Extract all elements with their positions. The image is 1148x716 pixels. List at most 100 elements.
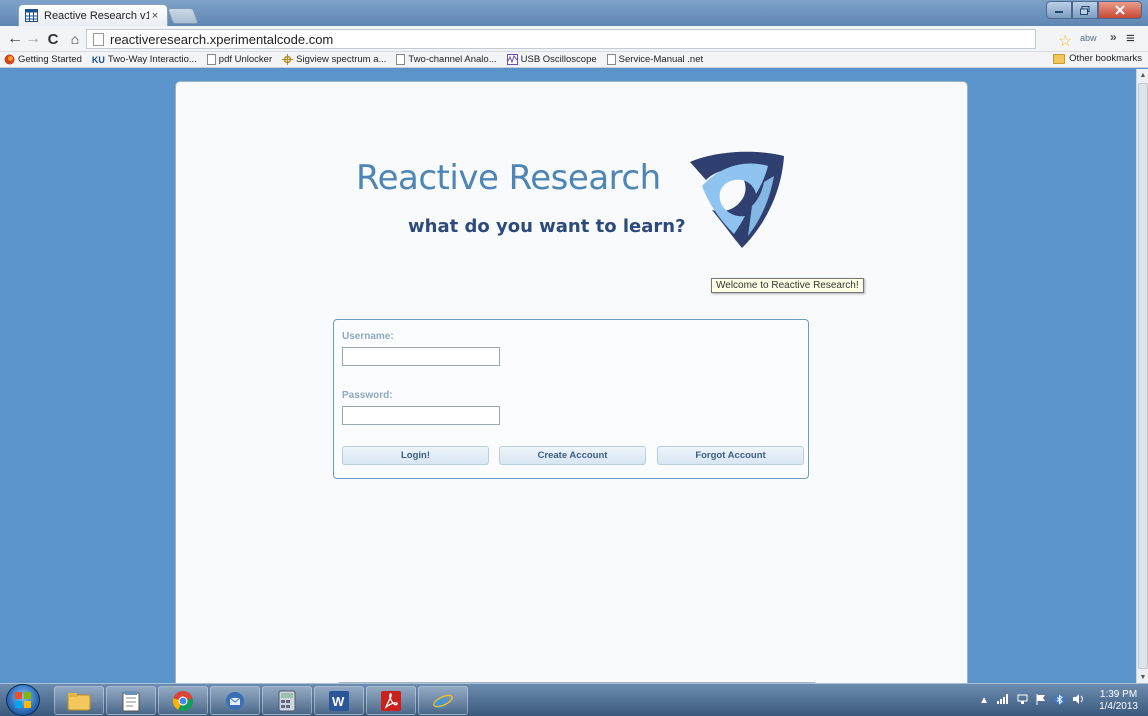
clock-date: 1/4/2013 bbox=[1099, 700, 1138, 712]
url-text[interactable]: reactiveresearch.xperimentalcode.com bbox=[110, 32, 333, 47]
minimize-icon bbox=[1055, 11, 1063, 13]
show-hidden-icons-icon[interactable]: ▲ bbox=[979, 695, 989, 706]
sigview-icon bbox=[282, 54, 294, 65]
internet-explorer-icon: e bbox=[433, 690, 453, 712]
close-window-button[interactable] bbox=[1098, 1, 1142, 19]
other-bookmarks[interactable]: Other bookmarks bbox=[1053, 53, 1142, 64]
welcome-tooltip: Welcome to Reactive Research! bbox=[711, 278, 864, 293]
network-icon[interactable] bbox=[1017, 694, 1028, 708]
bookmark-two-channel-analog[interactable]: Two-channel Analo... bbox=[396, 54, 497, 65]
page-icon bbox=[206, 54, 216, 65]
taskbar-thunderbird[interactable] bbox=[210, 686, 260, 715]
ku-icon: KU bbox=[91, 54, 105, 65]
tab-close-icon[interactable]: × bbox=[149, 10, 161, 22]
login-button[interactable]: Login! bbox=[342, 446, 489, 465]
chrome-icon bbox=[172, 690, 194, 711]
signal-icon[interactable] bbox=[997, 694, 1009, 707]
bookmark-pdf-unlocker[interactable]: pdf Unlocker bbox=[206, 54, 273, 65]
home-icon[interactable]: ⌂ bbox=[66, 30, 84, 48]
username-label: Username: bbox=[342, 331, 394, 342]
system-tray: ▲ 1:39 PM 1/4/2013 bbox=[979, 686, 1138, 715]
forgot-account-button[interactable]: Forgot Account bbox=[657, 446, 804, 465]
content-panel: Reactive Research what do you want to le… bbox=[175, 81, 968, 701]
volume-icon[interactable] bbox=[1073, 694, 1085, 707]
maximize-button[interactable] bbox=[1072, 1, 1098, 19]
page-icon bbox=[606, 54, 616, 65]
browser-toolbar: ← → C ⌂ reactiveresearch.xperimentalcode… bbox=[0, 26, 1148, 52]
password-label: Password: bbox=[342, 390, 393, 401]
other-bookmarks-label: Other bookmarks bbox=[1069, 53, 1142, 64]
clock[interactable]: 1:39 PM 1/4/2013 bbox=[1099, 689, 1138, 713]
new-tab-button[interactable] bbox=[167, 8, 199, 24]
browser-tab[interactable]: Reactive Research v1.0 × bbox=[18, 4, 168, 26]
close-icon bbox=[1115, 5, 1125, 15]
thunderbird-icon bbox=[226, 691, 244, 710]
taskbar-internet-explorer[interactable]: e bbox=[418, 686, 468, 715]
create-account-button[interactable]: Create Account bbox=[499, 446, 646, 465]
bookmark-label: Two-channel Analo... bbox=[408, 54, 497, 65]
vertical-scrollbar[interactable]: ▲ ▼ bbox=[1136, 69, 1148, 683]
site-logo: Reactive Research what do you want to le… bbox=[354, 148, 864, 293]
scroll-up-icon[interactable]: ▲ bbox=[1137, 69, 1148, 81]
svg-text:W: W bbox=[332, 694, 345, 709]
bookmarks-bar: Getting Started KU Two-Way Interactio...… bbox=[0, 52, 1148, 68]
bluetooth-icon[interactable] bbox=[1054, 693, 1065, 708]
page-icon bbox=[396, 54, 406, 65]
address-bar[interactable]: reactiveresearch.xperimentalcode.com bbox=[86, 29, 1036, 49]
taskbar-explorer[interactable] bbox=[54, 686, 104, 715]
windows-logo-icon bbox=[15, 692, 31, 708]
bookmark-label: Two-Way Interactio... bbox=[107, 54, 197, 65]
bookmark-label: Service-Manual .net bbox=[618, 54, 704, 65]
taskbar-notepad[interactable] bbox=[106, 686, 156, 715]
folder-icon bbox=[67, 692, 91, 710]
forward-arrow-icon[interactable]: → bbox=[24, 30, 42, 48]
page-icon bbox=[93, 32, 104, 46]
bookmark-service-manual[interactable]: Service-Manual .net bbox=[606, 54, 704, 65]
calculator-icon bbox=[278, 690, 296, 711]
start-button[interactable] bbox=[6, 684, 40, 716]
bookmark-sigview[interactable]: Sigview spectrum a... bbox=[282, 54, 386, 65]
username-input[interactable] bbox=[342, 347, 500, 366]
password-input[interactable] bbox=[342, 406, 500, 425]
firefox-icon bbox=[4, 54, 15, 65]
tagline: what do you want to learn? bbox=[408, 216, 686, 237]
svg-text:e: e bbox=[435, 690, 448, 712]
brand-title: Reactive Research bbox=[356, 158, 661, 198]
bookmark-two-way-interaction[interactable]: KU Two-Way Interactio... bbox=[92, 54, 197, 65]
menu-icon[interactable]: ≡ bbox=[1126, 30, 1142, 47]
taskbar-chrome[interactable] bbox=[158, 686, 208, 715]
restore-icon bbox=[1080, 5, 1090, 15]
grid-favicon-icon bbox=[25, 9, 38, 22]
back-arrow-icon[interactable]: ← bbox=[6, 30, 24, 48]
windows-taskbar: W e ▲ 1:39 PM 1/4/2013 bbox=[0, 683, 1148, 716]
bookmark-label: pdf Unlocker bbox=[218, 54, 273, 65]
scrollbar-thumb[interactable] bbox=[1138, 83, 1148, 669]
scope-icon bbox=[506, 54, 518, 65]
taskbar-word[interactable]: W bbox=[314, 686, 364, 715]
folder-icon bbox=[1053, 53, 1066, 64]
action-center-flag-icon[interactable] bbox=[1036, 693, 1046, 708]
acrobat-icon bbox=[381, 690, 401, 711]
taskbar-acrobat[interactable] bbox=[366, 686, 416, 715]
bookmark-label: Getting Started bbox=[18, 54, 82, 65]
bookmark-star-icon[interactable]: ☆ bbox=[1058, 31, 1074, 50]
overflow-chevron-icon[interactable]: » bbox=[1110, 30, 1117, 44]
scroll-down-icon[interactable]: ▼ bbox=[1137, 671, 1148, 683]
shield-logo-icon bbox=[690, 151, 784, 248]
login-form: Username: Password: Login! Create Accoun… bbox=[333, 319, 809, 479]
bookmark-label: USB Oscilloscope bbox=[520, 54, 597, 65]
minimize-button[interactable] bbox=[1046, 1, 1072, 19]
bookmark-usb-oscilloscope[interactable]: USB Oscilloscope bbox=[506, 54, 597, 65]
word-icon: W bbox=[329, 690, 349, 711]
extension-icon[interactable]: abw bbox=[1080, 33, 1097, 43]
browser-tab-strip: Reactive Research v1.0 × bbox=[0, 0, 1148, 26]
notepad-icon bbox=[122, 690, 140, 711]
bookmark-label: Sigview spectrum a... bbox=[296, 54, 387, 65]
tab-title: Reactive Research v1.0 bbox=[44, 9, 149, 22]
bookmark-getting-started[interactable]: Getting Started bbox=[4, 54, 82, 65]
clock-time: 1:39 PM bbox=[1099, 688, 1138, 700]
window-controls bbox=[1046, 1, 1142, 19]
reload-icon[interactable]: C bbox=[44, 30, 62, 48]
taskbar-calculator[interactable] bbox=[262, 686, 312, 715]
page-viewport: Reactive Research what do you want to le… bbox=[0, 69, 1148, 701]
